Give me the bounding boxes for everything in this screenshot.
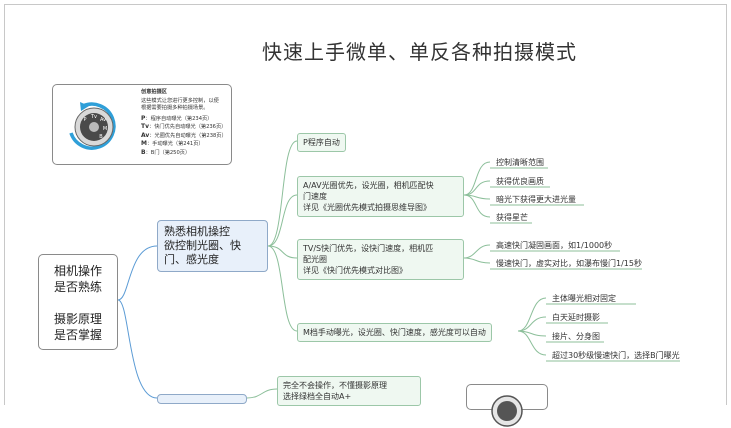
leaf-m-fixed: 主体曝光相对固定 (552, 294, 616, 303)
link-b1-l1 (463, 180, 491, 196)
dial-label-b: B (99, 134, 103, 140)
root-line-2: 是否熟练 (53, 280, 102, 294)
auto-dial-icon (491, 395, 523, 427)
link-b3-l1 (517, 316, 547, 332)
mode-desc: ：程序自动曝光（第234页） (145, 115, 213, 122)
dial-label-av: Av (100, 117, 106, 123)
mode-item: P：程序自动曝光（第234页） (141, 115, 227, 124)
mode-item: M：手动曝光（第241页） (141, 140, 227, 149)
mode-desc: ：光圈优先自动曝光（第238页） (149, 132, 227, 139)
mode-desc: ：手动曝光（第241页） (146, 141, 204, 147)
dial-label-p: P (83, 117, 86, 123)
mode-item: Tv：快门优先自动曝光（第236页） (141, 123, 227, 132)
diagram-title: 快速上手微单、单反各种拍摄模式 (262, 40, 577, 64)
link-b2-l0 (463, 244, 491, 259)
dial-label-m: M (103, 126, 107, 132)
note-heading: 创意拍摄区 (141, 89, 167, 95)
note-desc-2: 根据需要拍摄多种拍摄场景。 (141, 105, 209, 111)
root-line-3: 摄影原理 (53, 312, 102, 326)
dial-label-tv: Tv (90, 114, 97, 120)
leaf-av-light: 暗光下获得更大进光量 (496, 195, 576, 204)
link-root-sub1 (117, 245, 158, 301)
auto-dial-note (466, 384, 548, 427)
leaf-tv-fast: 高速快门凝固画面，如1/1000秒 (496, 241, 613, 250)
branch-m-mode: M档手动曝光，设光圈、快门速度，感光度可以自动 (297, 323, 492, 342)
link-b3-l3 (517, 330, 547, 356)
link-b2-l1 (463, 257, 491, 264)
branch-p-mode: P程序自动 (297, 133, 346, 152)
leaf-m-bulb: 超过30秒级慢速快门，选择B门曝光 (552, 351, 680, 360)
branch-tv-mode: TV/S快门优先，设快门速度，相机匹 配光圈 详见《快门优先模式对比图》 (297, 239, 464, 280)
mode-desc: ：快门优先自动曝光（第236页） (149, 124, 227, 130)
link-b1-l0 (463, 161, 491, 196)
link-b1-l3 (463, 194, 491, 218)
leaf-av-quality: 获得优良画质 (496, 177, 544, 186)
link-sub1-b1 (267, 194, 298, 247)
leaf-av-starburst: 获得星芒 (496, 213, 528, 222)
branch-auto-mode: 完全不会操作，不懂摄影原理 选择绿档全自动A+ (277, 376, 421, 406)
mode-key: Tv (141, 123, 150, 130)
link-root-sub2 (117, 299, 158, 399)
mode-item: B：B门（第250页） (141, 149, 227, 158)
leaf-av-depth: 控制清晰范围 (496, 158, 544, 167)
mode-item: Av：光圈优先自动曝光（第238页） (141, 132, 227, 141)
mode-desc: ：B门（第250页） (145, 149, 191, 156)
mode-dial-icon: P Tv Av M B (69, 102, 116, 150)
mode-list: 创意拍摄区 这些模式让您进行更多控制，以便 根据需要拍摄多种拍摄场景。 P：程序… (141, 89, 227, 157)
sub-node-camera-control: 熟悉相机操控 欲控制光圈、快 门、感光度 (157, 220, 268, 272)
link-sub1-b0 (267, 140, 298, 247)
root-node: 相机操作 是否熟练 摄影原理 是否掌握 (38, 254, 118, 350)
branch-av-mode: A/AV光圈优先，设光圈，相机匹配快 门速度 详见《光圈优先模式拍摄思维导图》 (297, 176, 464, 217)
leaf-m-timelapse: 白天延时摄影 (552, 313, 600, 322)
leaf-m-stitch: 接片、分身图 (552, 332, 600, 341)
leaf-tv-slow: 慢速快门，虚实对比，如瀑布慢门1/15秒 (496, 259, 642, 268)
note-desc-1: 这些模式让您进行更多控制，以便 (141, 97, 219, 104)
link-sub2-bottom (246, 388, 278, 399)
mode-dial-note: P Tv Av M B 创意拍摄区 这些模式让您进行更多控制，以便 根据需要拍摄… (52, 84, 232, 165)
root-line-4: 是否掌握 (53, 328, 102, 342)
root-line-1: 相机操作 (53, 264, 102, 278)
sub-node-bottom (157, 394, 247, 404)
link-b3-l0 (517, 297, 547, 332)
link-sub1-b3 (267, 245, 298, 332)
